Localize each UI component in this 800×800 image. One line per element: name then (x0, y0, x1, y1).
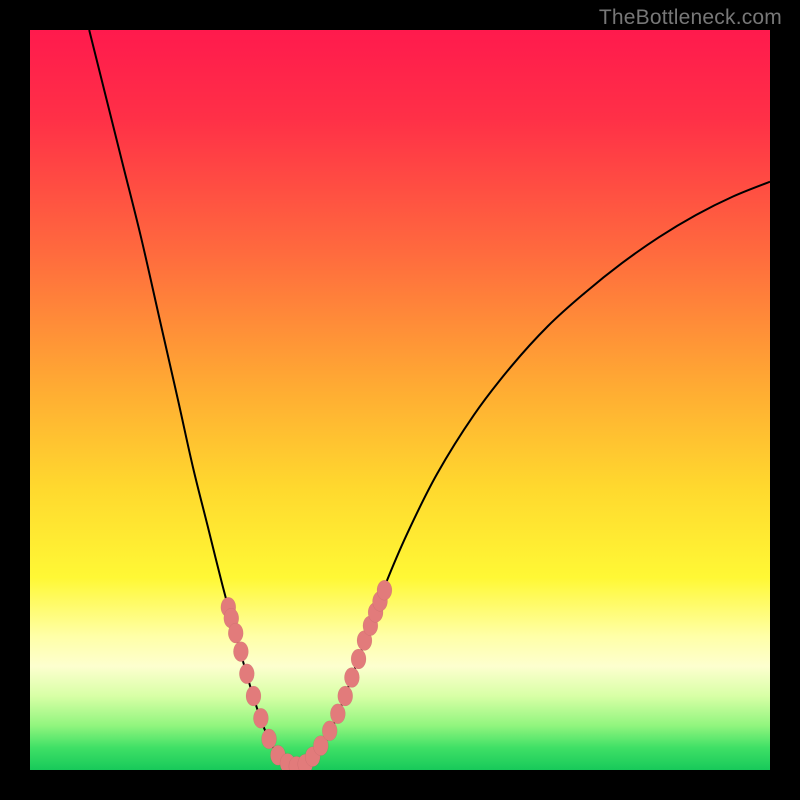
right-curve (296, 182, 770, 767)
left-markers-point (246, 686, 261, 706)
chart-frame: TheBottleneck.com (0, 0, 800, 800)
right-markers-point (344, 668, 359, 688)
right-markers-point (351, 649, 366, 669)
left-markers-point (253, 708, 268, 728)
left-curve (89, 30, 296, 766)
right-markers-point (377, 580, 392, 600)
plot-gradient-background (30, 30, 770, 770)
right-markers-point (338, 686, 353, 706)
right-markers-point (330, 704, 345, 724)
chart-svg (30, 30, 770, 770)
left-markers-point (228, 623, 243, 643)
left-markers-point (239, 664, 254, 684)
left-markers-point (233, 642, 248, 662)
left-markers-point (262, 729, 277, 749)
watermark-text: TheBottleneck.com (599, 6, 782, 30)
right-markers-point (322, 721, 337, 741)
